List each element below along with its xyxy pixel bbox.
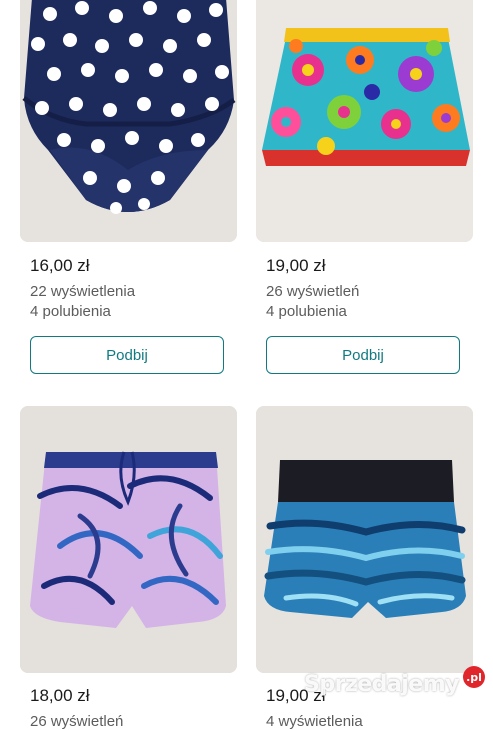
listing-views: 26 wyświetleń <box>30 713 124 730</box>
listing-photo[interactable] <box>20 0 237 242</box>
listing-photo[interactable] <box>20 406 237 673</box>
listing-views: 26 wyświetleń <box>266 283 360 300</box>
listing-photo[interactable] <box>256 0 473 242</box>
listing-views: 4 wyświetlenia <box>266 713 363 730</box>
listing-photo[interactable] <box>256 406 473 673</box>
listing-likes: 4 polubienia <box>30 303 111 320</box>
watermark-text: Sprzedajemy <box>304 671 460 697</box>
site-watermark: Sprzedajemy .pl <box>304 664 485 704</box>
listing-views: 22 wyświetlenia <box>30 283 136 300</box>
listing-price: 18,00 zł <box>30 686 90 705</box>
listing-likes: 4 polubienia <box>266 303 347 320</box>
bump-button[interactable]: Podbij <box>266 336 460 374</box>
listing-price: 16,00 zł <box>30 256 90 275</box>
bump-button[interactable]: Podbij <box>30 336 224 374</box>
listing-price: 19,00 zł <box>266 256 326 275</box>
watermark-badge: .pl <box>463 666 485 688</box>
